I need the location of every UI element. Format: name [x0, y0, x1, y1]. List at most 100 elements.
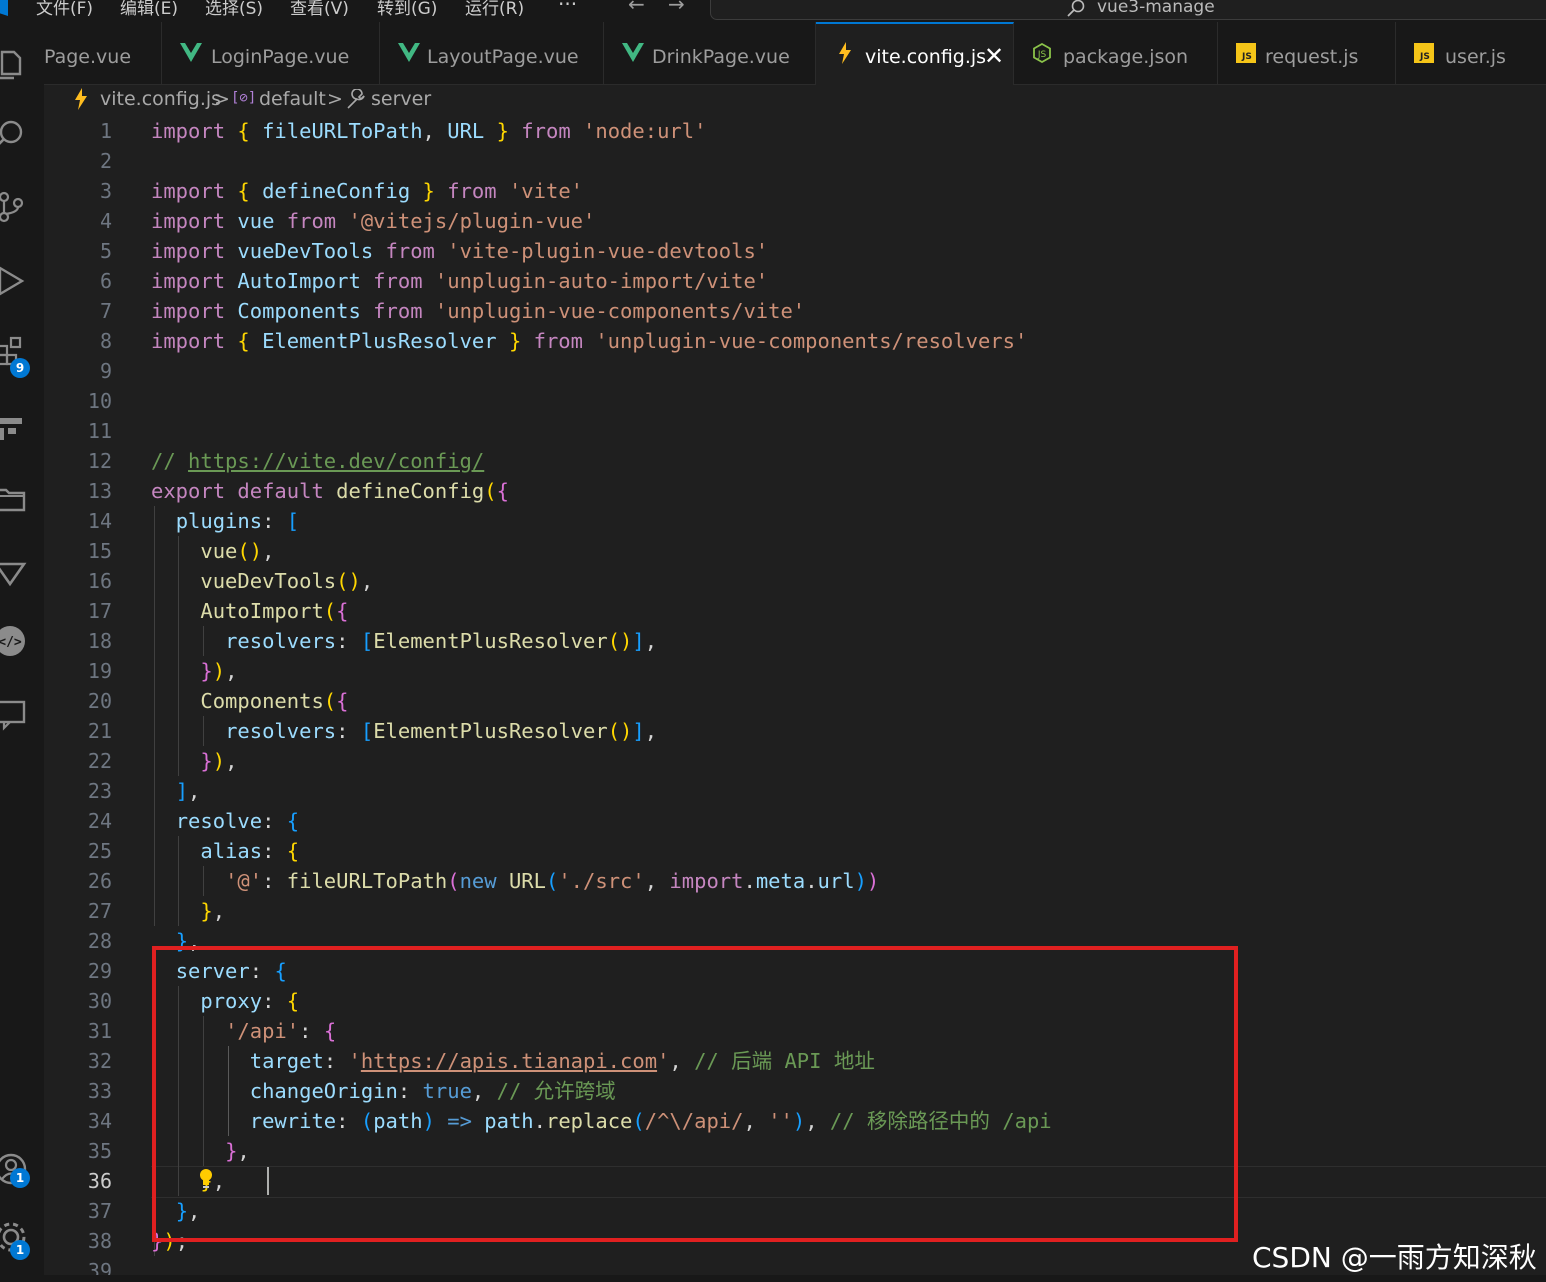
line-number: 27: [87, 899, 112, 923]
code-line[interactable]: Components({: [151, 686, 348, 716]
folder-icon[interactable]: [0, 482, 28, 516]
line-number: 16: [87, 569, 112, 593]
menu-go[interactable]: 转到(G): [377, 0, 437, 19]
menu-selection[interactable]: 选择(S): [205, 0, 263, 19]
remote-explorer-icon[interactable]: [0, 410, 28, 444]
tab-page-vue[interactable]: Page.vue: [44, 22, 162, 84]
code-line[interactable]: AutoImport({: [151, 596, 348, 626]
code-line[interactable]: import Components from 'unplugin-vue-com…: [151, 296, 805, 326]
line-number: 29: [87, 959, 112, 983]
title-bar: 文件(F) 编辑(E) 选择(S) 查看(V) 转到(G) 运行(R) ··· …: [0, 0, 1546, 22]
line-number: 10: [87, 389, 112, 413]
breadcrumb-symbol[interactable]: default: [259, 88, 326, 110]
tab-label: Page.vue: [44, 46, 132, 68]
code-line[interactable]: '@': fileURLToPath(new URL('./src', impo…: [151, 866, 879, 896]
tab-layoutpage-vue[interactable]: LayoutPage.vue: [380, 22, 604, 84]
forward-arrow-icon[interactable]: →: [668, 0, 685, 16]
line-number: 18: [87, 629, 112, 653]
code-line[interactable]: alias: {: [151, 836, 299, 866]
line-number: 4: [99, 209, 112, 233]
close-tab-icon[interactable]: ✕: [984, 42, 1004, 70]
code-line[interactable]: }),: [151, 656, 237, 686]
breadcrumb-member[interactable]: server: [371, 88, 431, 110]
tab-label: DrinkPage.vue: [652, 46, 790, 68]
line-number: 30: [87, 989, 112, 1013]
activity-bar: 9 </> 1 1: [0, 22, 44, 1282]
code-line[interactable]: import AutoImport from 'unplugin-auto-im…: [151, 266, 768, 296]
line-number: 9: [99, 359, 112, 383]
menu-view[interactable]: 查看(V): [290, 0, 349, 19]
run-debug-icon[interactable]: [0, 264, 28, 298]
search-icon[interactable]: [0, 118, 28, 152]
vite-icon: [839, 42, 851, 64]
line-number: 13: [87, 479, 112, 503]
line-number: 20: [87, 689, 112, 713]
tab-request-js[interactable]: JS request.js: [1218, 22, 1396, 84]
tab-loginpage-vue[interactable]: LoginPage.vue: [162, 22, 380, 84]
line-number: 12: [87, 449, 112, 473]
menu-more-button[interactable]: ···: [558, 0, 577, 16]
command-center-search[interactable]: vue3-manage: [710, 0, 1546, 20]
line-number: 25: [87, 839, 112, 863]
tab-user-js[interactable]: JS user.js: [1396, 22, 1546, 84]
line-number: 3: [99, 179, 112, 203]
watermark: CSDN @一雨方知深秋: [1252, 1241, 1537, 1274]
code-line[interactable]: resolvers: [ElementPlusResolver()],: [151, 626, 657, 656]
code-line[interactable]: },: [151, 896, 225, 926]
code-line[interactable]: resolve: {: [151, 806, 299, 836]
code-tag-icon[interactable]: </>: [0, 624, 28, 658]
tab-label: request.js: [1265, 46, 1359, 68]
js-icon: JS: [1414, 43, 1434, 63]
tab-package-json[interactable]: JS package.json: [1014, 22, 1218, 84]
line-number: 26: [87, 869, 112, 893]
vue-icon: [398, 43, 420, 62]
code-line[interactable]: import { ElementPlusResolver } from 'unp…: [151, 326, 1027, 356]
line-number: 35: [87, 1139, 112, 1163]
code-line[interactable]: resolvers: [ElementPlusResolver()],: [151, 716, 657, 746]
vue-icon: [622, 43, 644, 62]
code-line[interactable]: vueDevTools(),: [151, 566, 373, 596]
code-line[interactable]: import vueDevTools from 'vite-plugin-vue…: [151, 236, 768, 266]
line-number: 14: [87, 509, 112, 533]
line-number: 2: [99, 149, 112, 173]
tab-label: user.js: [1445, 46, 1506, 68]
svg-text:JS: JS: [1037, 50, 1047, 60]
code-line[interactable]: // https://vite.dev/config/: [151, 446, 484, 476]
line-number: 38: [87, 1229, 112, 1253]
line-number: 1: [99, 119, 112, 143]
menu-edit[interactable]: 编辑(E): [120, 0, 178, 19]
breadcrumb-separator: >: [214, 88, 230, 110]
testing-icon[interactable]: [0, 556, 28, 590]
remote-window-icon[interactable]: [0, 698, 28, 732]
extensions-badge: 9: [10, 358, 30, 378]
explorer-icon[interactable]: [0, 48, 28, 82]
breadcrumb-file[interactable]: vite.config.js: [100, 88, 221, 110]
menu-file[interactable]: 文件(F): [36, 0, 93, 19]
back-arrow-icon[interactable]: ←: [628, 0, 645, 16]
source-control-icon[interactable]: [0, 190, 28, 224]
code-line[interactable]: import vue from '@vitejs/plugin-vue': [151, 206, 595, 236]
breadcrumb: vite.config.js > [⊘] default > server: [44, 85, 1546, 115]
code-line[interactable]: export default defineConfig({: [151, 476, 509, 506]
svg-text:</>: </>: [0, 635, 22, 650]
code-line[interactable]: vue(),: [151, 536, 274, 566]
code-line[interactable]: ],: [151, 776, 201, 806]
settings-badge: 1: [10, 1240, 30, 1260]
tab-vite-config-js[interactable]: vite.config.js ✕: [816, 22, 1014, 85]
line-number: 11: [87, 419, 112, 443]
js-icon: JS: [1236, 43, 1256, 63]
code-line[interactable]: plugins: [: [151, 506, 299, 536]
menu-run[interactable]: 运行(R): [465, 0, 524, 19]
code-line[interactable]: }),: [151, 746, 237, 776]
line-number: 8: [99, 329, 112, 353]
line-number: 31: [87, 1019, 112, 1043]
code-line[interactable]: import { fileURLToPath, URL } from 'node…: [151, 116, 706, 146]
line-number: 19: [87, 659, 112, 683]
search-icon: [1067, 0, 1085, 17]
tab-drinkpage-vue[interactable]: DrinkPage.vue: [604, 22, 816, 84]
line-number: 21: [87, 719, 112, 743]
tab-label: vite.config.js: [865, 46, 987, 68]
code-line[interactable]: import { defineConfig } from 'vite': [151, 176, 583, 206]
vite-icon: [75, 88, 87, 110]
line-number: 17: [87, 599, 112, 623]
